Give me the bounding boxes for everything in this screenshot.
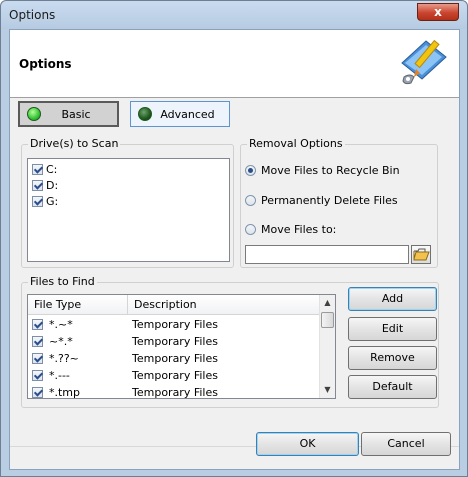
file-type-cell: ~*.* [49, 335, 73, 348]
cancel-button[interactable]: Cancel [361, 432, 451, 456]
title-bar[interactable]: Options x [1, 1, 467, 29]
removal-options-group: Removal Options Move Files to Recycle Bi… [240, 137, 438, 268]
description-cell: Temporary Files [132, 369, 218, 382]
open-folder-icon [413, 248, 430, 261]
permanent-delete-radio[interactable] [245, 195, 256, 206]
file-type-cell: *.??~ [49, 352, 79, 365]
description-cell: Temporary Files [132, 318, 218, 331]
scroll-up-icon[interactable]: ▲ [320, 295, 335, 311]
row-checkbox[interactable] [32, 370, 43, 381]
table-row[interactable]: *.??~ Temporary Files [28, 350, 320, 367]
dialog-client: Options Basic Advanced Drive(s) to Scan [9, 29, 460, 470]
table-row[interactable]: *.~* Temporary Files [28, 316, 320, 333]
table-row[interactable]: *.tmp Temporary Files [28, 384, 320, 399]
vertical-scrollbar[interactable]: ▲ ▼ [319, 295, 335, 398]
row-checkbox[interactable] [32, 387, 43, 398]
window-title: Options [9, 8, 56, 22]
file-type-cell: *.~* [49, 318, 73, 331]
edit-button[interactable]: Edit [348, 317, 437, 341]
permanent-delete-option[interactable]: Permanently Delete Files [245, 194, 398, 207]
drives-group-label: Drive(s) to Scan [28, 137, 121, 150]
description-cell: Temporary Files [132, 352, 218, 365]
recycle-bin-label: Move Files to Recycle Bin [261, 164, 400, 177]
scroll-down-icon[interactable]: ▼ [320, 382, 335, 398]
file-type-cell: *.tmp [49, 386, 81, 399]
move-files-label: Move Files to: [261, 223, 337, 236]
paint-brush-tools-icon [401, 39, 447, 85]
drives-group: Drive(s) to Scan C: D: G: [21, 137, 234, 268]
basic-mode-button[interactable]: Basic [18, 101, 119, 127]
permanent-delete-label: Permanently Delete Files [261, 194, 398, 207]
drive-c-checkbox[interactable] [32, 163, 43, 175]
page-title: Options [19, 57, 72, 71]
drive-d-checkbox[interactable] [32, 179, 43, 191]
table-row[interactable]: *.--- Temporary Files [28, 367, 320, 384]
browse-folder-button[interactable] [411, 245, 431, 264]
description-cell: Temporary Files [132, 335, 218, 348]
options-window: Options x Options Basic Advanced Drive(s… [0, 0, 468, 477]
drive-item-g[interactable]: G: [32, 194, 58, 208]
remove-button[interactable]: Remove [348, 346, 437, 370]
default-button[interactable]: Default [348, 375, 437, 399]
file-types-table[interactable]: File Type Description *.~* Temporary Fil… [27, 294, 336, 399]
file-type-column-header[interactable]: File Type [28, 295, 128, 315]
row-checkbox[interactable] [32, 336, 43, 347]
drive-c-label: C: [46, 162, 58, 176]
files-to-find-label: Files to Find [28, 275, 97, 288]
row-checkbox[interactable] [32, 319, 43, 330]
drive-item-d[interactable]: D: [32, 178, 58, 192]
drives-list[interactable]: C: D: G: [27, 158, 230, 262]
header-banner: Options [10, 30, 459, 98]
scroll-thumb[interactable] [321, 312, 334, 328]
drive-g-checkbox[interactable] [32, 195, 43, 207]
close-button[interactable]: x [417, 3, 459, 21]
drive-g-label: G: [46, 194, 59, 208]
file-type-cell: *.--- [49, 369, 70, 382]
status-led-icon [138, 107, 152, 121]
add-button[interactable]: Add [348, 287, 437, 311]
ok-button[interactable]: OK [256, 432, 359, 456]
basic-mode-label: Basic [61, 107, 91, 121]
row-checkbox[interactable] [32, 353, 43, 364]
close-icon: x [434, 5, 442, 19]
status-led-icon [27, 107, 41, 121]
recycle-bin-option[interactable]: Move Files to Recycle Bin [245, 164, 400, 177]
move-files-radio[interactable] [245, 224, 256, 235]
move-path-input[interactable] [245, 245, 409, 264]
table-row[interactable]: ~*.* Temporary Files [28, 333, 320, 350]
removal-options-label: Removal Options [247, 137, 345, 150]
advanced-mode-label: Advanced [160, 107, 215, 121]
description-column-header[interactable]: Description [128, 295, 320, 315]
drive-item-c[interactable]: C: [32, 162, 57, 176]
move-files-option[interactable]: Move Files to: [245, 223, 336, 236]
advanced-mode-button[interactable]: Advanced [130, 101, 230, 127]
description-cell: Temporary Files [132, 386, 218, 399]
recycle-bin-radio[interactable] [245, 165, 256, 176]
drive-d-label: D: [46, 178, 59, 192]
